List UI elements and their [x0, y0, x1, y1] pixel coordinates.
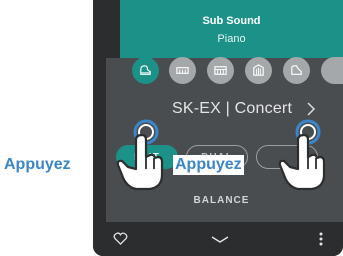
organ-icon	[253, 64, 264, 76]
heart-icon[interactable]	[113, 232, 128, 245]
harpsichord-icon	[291, 65, 302, 75]
more-vertical-icon[interactable]	[319, 232, 323, 246]
sub-sound-header: Sub Sound Piano	[120, 0, 343, 58]
press-callout-left: Appuyez	[2, 155, 73, 175]
electric-piano-icon	[176, 67, 189, 74]
chevron-right-icon[interactable]	[306, 101, 316, 117]
sound-name[interactable]: SK-EX | Concert	[172, 100, 292, 118]
category-harpsichord[interactable]	[283, 57, 310, 84]
hand-pointer-icon	[116, 133, 164, 191]
bottom-bar	[93, 222, 343, 256]
hand-pointer-icon	[278, 133, 326, 191]
category-more[interactable]	[321, 57, 343, 84]
press-callout-right: Appuyez	[173, 155, 244, 175]
category-keyboard[interactable]	[207, 57, 234, 84]
chevron-down-icon[interactable]	[211, 236, 229, 244]
keyboard-icon	[214, 66, 227, 75]
category-grand-piano[interactable]	[132, 57, 159, 84]
balance-label: BALANCE	[193, 195, 250, 206]
header-subtitle: Piano	[217, 33, 246, 45]
category-electric-piano[interactable]	[169, 57, 196, 84]
category-organ[interactable]	[245, 57, 272, 84]
grand-piano-icon	[140, 65, 151, 75]
header-title: Sub Sound	[202, 15, 261, 27]
